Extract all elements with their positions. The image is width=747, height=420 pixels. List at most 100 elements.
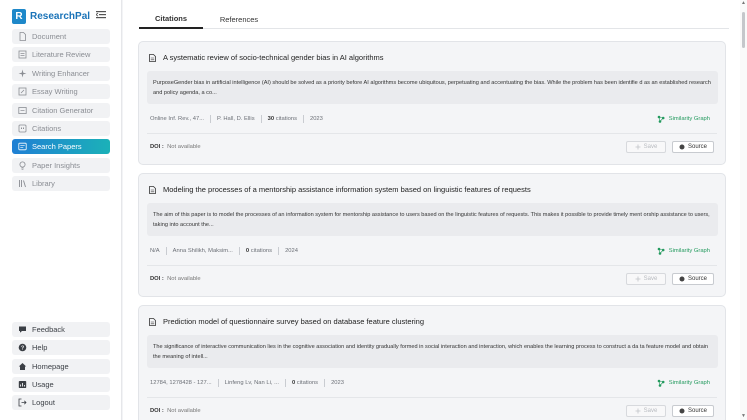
tab-bar: Citations References: [139, 9, 729, 29]
sidebar-item-citation-generator[interactable]: Citation Generator: [12, 102, 110, 118]
sidebar-item-search-papers[interactable]: Search Papers: [12, 139, 110, 155]
source-label: Source: [687, 276, 707, 282]
quote-icon: [18, 124, 27, 133]
sidebar-item-label: Feedback: [32, 325, 65, 334]
edit-icon: [18, 87, 27, 96]
sidebar-item-essay-writing[interactable]: Essay Writing: [12, 84, 110, 100]
sidebar-item-label: Usage: [32, 379, 54, 389]
paper-card: Modeling the processes of a mentorship a…: [138, 173, 726, 297]
doi-value: Not available: [167, 276, 201, 282]
source-button[interactable]: Source: [672, 405, 714, 417]
sidebar-item-label: Library: [32, 179, 55, 189]
paper-meta: Online Inf. Rev., 47... P. Hall, D. Elli…: [150, 115, 323, 123]
sidebar-item-usage[interactable]: Usage: [12, 376, 110, 392]
separator: [302, 115, 304, 123]
sidebar-item-label: Citation Generator: [32, 105, 94, 115]
logout-icon: [18, 398, 27, 407]
separator: [165, 247, 167, 255]
plus-icon: [635, 276, 641, 282]
scroll-thumb[interactable]: [742, 12, 745, 48]
paper-abstract: The aim of this paper is to model the pr…: [147, 203, 718, 236]
paper-title[interactable]: Modeling the processes of a mentorship a…: [149, 185, 531, 194]
sidebar-item-feedback[interactable]: Feedback: [12, 322, 110, 337]
sidebar-item-literature-review[interactable]: Literature Review: [12, 47, 110, 63]
sidebar-item-label: Homepage: [32, 361, 69, 371]
save-label: Save: [643, 408, 658, 414]
paper-venue: Online Inf. Rev., 47...: [150, 116, 205, 122]
separator: [324, 379, 326, 387]
save-button[interactable]: Save: [626, 141, 666, 153]
collapse-sidebar-icon[interactable]: [96, 10, 106, 19]
sidebar-bottom-nav: Feedback ? Help Homepage Usage Logout: [12, 322, 110, 413]
sidebar-item-label: Writing Enhancer: [32, 68, 90, 78]
tab-references[interactable]: References: [209, 9, 269, 29]
sidebar-item-logout[interactable]: Logout: [12, 395, 110, 411]
scroll-up-arrow-icon[interactable]: ▲: [741, 1, 746, 6]
paper-citation-word: citations: [296, 380, 319, 386]
paper-citation-word: citations: [275, 116, 297, 122]
similarity-graph-button[interactable]: Similarity Graph: [657, 379, 710, 387]
sidebar-item-paper-insights[interactable]: Paper Insights: [12, 157, 110, 173]
tab-citations[interactable]: Citations: [139, 9, 203, 29]
paper-citation-word: citations: [250, 248, 273, 254]
doi-label: DOI :: [150, 144, 164, 150]
paper-title[interactable]: A systematic review of socio-technical g…: [149, 53, 384, 62]
paper-card: A systematic review of socio-technical g…: [138, 41, 726, 165]
paper-title-text: A systematic review of socio-technical g…: [163, 53, 384, 62]
save-button[interactable]: Save: [626, 405, 666, 417]
divider: [147, 265, 717, 266]
paper-doi: DOI : Not available: [150, 144, 201, 150]
plus-icon: [635, 144, 641, 150]
sidebar-item-label: Document: [32, 32, 67, 41]
scroll-down-arrow-icon[interactable]: ▼: [741, 414, 746, 419]
sidebar-item-document[interactable]: Document: [12, 29, 110, 44]
sidebar-item-help[interactable]: ? Help: [12, 340, 110, 356]
sidebar-item-writing-enhancer[interactable]: Writing Enhancer: [12, 65, 110, 81]
separator: [284, 379, 286, 387]
home-icon: [18, 362, 27, 371]
paper-title-text: Modeling the processes of a mentorship a…: [163, 185, 531, 194]
file-icon: [18, 32, 27, 41]
paper-venue: N/A: [150, 248, 160, 254]
sidebar-item-citations[interactable]: Citations: [12, 120, 110, 136]
brand-logo-icon: R: [12, 8, 26, 24]
graph-icon: [657, 247, 665, 255]
sidebar-item-homepage[interactable]: Homepage: [12, 358, 110, 374]
doi-label: DOI :: [150, 408, 164, 414]
divider: [147, 133, 717, 134]
similarity-graph-button[interactable]: Similarity Graph: [657, 115, 710, 123]
sidebar-item-label: Literature Review: [32, 50, 91, 60]
feedback-icon: [18, 325, 27, 334]
paper-meta: 12784, 1278428 - 127... Linfeng Lv, Nan …: [150, 379, 344, 387]
document-icon: [149, 185, 156, 194]
similarity-graph-label: Similarity Graph: [668, 380, 710, 386]
separator: [217, 379, 219, 387]
main-content: Citations References A systematic review…: [123, 0, 740, 420]
plus-icon: [635, 408, 641, 414]
brand[interactable]: R ResearchPal: [12, 8, 90, 24]
save-label: Save: [643, 144, 658, 150]
usage-icon: [18, 380, 27, 389]
sidebar-item-label: Search Papers: [32, 142, 82, 152]
library-icon: [18, 179, 27, 188]
source-icon: [679, 144, 685, 150]
sidebar-nav: Document Literature Review Writing Enhan…: [12, 29, 110, 195]
paper-title[interactable]: Prediction model of questionnaire survey…: [149, 317, 424, 326]
source-button[interactable]: Source: [672, 273, 714, 285]
sidebar-item-library[interactable]: Library: [12, 176, 110, 192]
search-icon: [18, 142, 27, 151]
page-scrollbar[interactable]: ▲ ▼: [740, 0, 747, 420]
source-label: Source: [687, 408, 707, 414]
paper-citation-count: 0: [291, 380, 296, 386]
source-button[interactable]: Source: [672, 141, 714, 153]
paper-venue: 12784, 1278428 - 127...: [150, 380, 212, 386]
sidebar: R ResearchPal Document Literature Review…: [0, 0, 122, 420]
separator: [278, 247, 280, 255]
document-icon: [149, 317, 156, 326]
paper-authors: Anna Shilikh, Maksim...: [172, 248, 233, 254]
similarity-graph-button[interactable]: Similarity Graph: [657, 247, 710, 255]
paper-card: Prediction model of questionnaire survey…: [138, 305, 726, 420]
paper-title-text: Prediction model of questionnaire survey…: [163, 317, 424, 326]
brand-name: ResearchPal: [30, 10, 91, 22]
save-button[interactable]: Save: [626, 273, 666, 285]
